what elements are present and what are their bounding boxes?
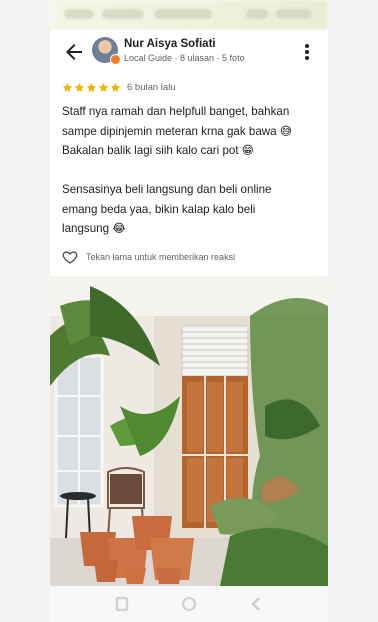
phone-screen: Nur Aisya Sofiati Local Guide · 8 ulasan… bbox=[50, 0, 328, 622]
star-icon bbox=[62, 82, 73, 92]
status-bar bbox=[50, 0, 328, 30]
background-left bbox=[0, 0, 50, 622]
system-nav-bar bbox=[50, 586, 328, 622]
review-photo[interactable] bbox=[50, 276, 328, 586]
heart-outline-icon[interactable] bbox=[62, 249, 78, 265]
recent-apps-icon[interactable] bbox=[114, 596, 130, 612]
review-date: 6 bulan lalu bbox=[127, 81, 176, 93]
arrow-back-icon[interactable] bbox=[62, 40, 86, 64]
author-meta: Local Guide · 8 ulasan · 5 foto bbox=[124, 53, 245, 63]
avatar[interactable] bbox=[92, 37, 121, 65]
review-text: Staff nya ramah dan helpfull banget, bah… bbox=[62, 105, 292, 235]
star-icon bbox=[86, 82, 97, 92]
home-icon[interactable] bbox=[181, 596, 197, 612]
author-name[interactable]: Nur Aisya Sofiati bbox=[124, 38, 216, 50]
rating-row: 6 bulan lalu bbox=[62, 80, 176, 94]
star-icon bbox=[74, 82, 85, 92]
star-icon bbox=[98, 82, 109, 92]
star-rating bbox=[62, 82, 122, 93]
background-right bbox=[328, 0, 378, 622]
nav-back-icon[interactable] bbox=[248, 596, 264, 612]
reaction-row: Tekan lama untuk memberikan reaksi bbox=[62, 248, 235, 266]
star-icon bbox=[110, 82, 121, 92]
more-vertical-icon[interactable] bbox=[300, 40, 314, 64]
review-header: Nur Aisya Sofiati Local Guide · 8 ulasan… bbox=[50, 32, 328, 72]
local-guide-badge-icon bbox=[110, 54, 121, 65]
reaction-hint: Tekan lama untuk memberikan reaksi bbox=[86, 252, 236, 262]
